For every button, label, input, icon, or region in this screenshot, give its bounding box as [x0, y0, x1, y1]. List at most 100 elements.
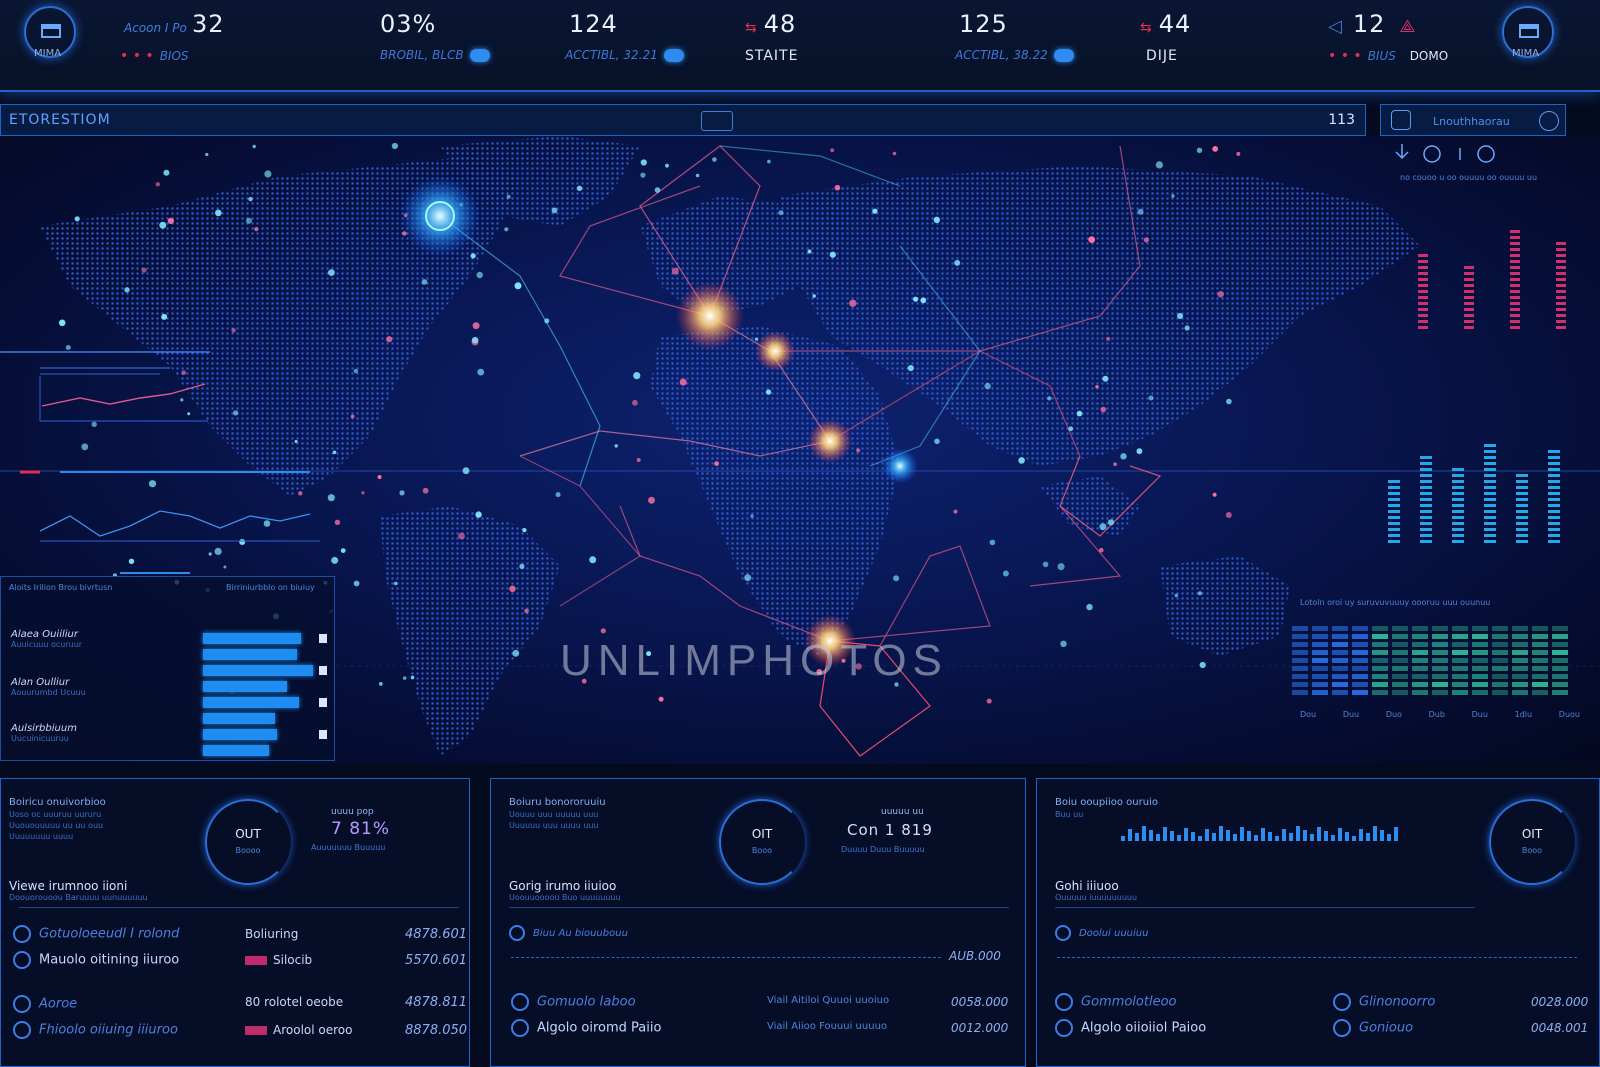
alert-icon: ⇆	[1140, 20, 1153, 36]
pink-bar-segment	[1510, 320, 1520, 323]
download-icon	[1395, 144, 1409, 160]
stat-48[interactable]: ⇆ 48 STAITE	[745, 10, 798, 64]
stat-44[interactable]: ⇆ 44 DIJE	[1140, 10, 1191, 64]
list-item[interactable]: Algolo oiioiiol Paioo	[1055, 1019, 1206, 1037]
strip-bar	[1373, 826, 1377, 841]
network-node	[1100, 406, 1107, 413]
list-item[interactable]: Algolo oiromd Paiio	[511, 1019, 661, 1037]
gauge[interactable]: OIT Booo	[1489, 799, 1575, 885]
equalizer-cell	[1452, 666, 1468, 671]
list-item[interactable]: Goniouo	[1333, 1019, 1413, 1037]
equalizer-cell	[1292, 650, 1308, 655]
list-item[interactable]: Gommolotleoo	[1055, 993, 1177, 1011]
network-node	[632, 399, 638, 406]
network-node	[421, 279, 428, 285]
equalizer-cell	[1432, 642, 1448, 647]
network-node	[524, 608, 529, 614]
strip-bar	[1261, 828, 1265, 841]
cyan-bar-segment	[1420, 492, 1432, 495]
network-node	[1196, 147, 1203, 153]
network-node	[640, 159, 647, 166]
stat-125[interactable]: 125 ACCTIBL, 38.22	[955, 10, 1074, 62]
cyan-bar-segment	[1516, 534, 1528, 537]
cyan-bar-segment	[1548, 498, 1560, 501]
equalizer-caption: Lotoln oroi uy suruvuvuuuy oooruu uuu ou…	[1300, 598, 1491, 607]
widget-row[interactable]: Alan Oulliur Aouurumbd Ucuuu	[11, 677, 86, 697]
cloud-icon	[1053, 49, 1074, 62]
network-node	[477, 368, 485, 376]
equalizer-cell	[1512, 682, 1528, 687]
equalizer-cell	[1552, 682, 1568, 687]
pink-bar-segment	[1556, 272, 1566, 275]
network-node	[576, 185, 583, 191]
hotspot-africa-north[interactable]	[808, 419, 852, 463]
network-node	[208, 552, 212, 556]
equalizer-cell	[1452, 658, 1468, 663]
widget-row[interactable]: Aulsirbbiuum Uucuinicuuruu	[11, 723, 77, 743]
refresh-icon[interactable]	[1539, 111, 1559, 131]
list-item[interactable]: Glinonoorro	[1333, 993, 1435, 1011]
network-node	[248, 196, 253, 202]
network-node	[1018, 457, 1025, 464]
equalizer-cell	[1552, 650, 1568, 655]
network-node	[544, 318, 550, 324]
cyan-bar-chart	[1388, 444, 1560, 543]
keyboard-icon[interactable]	[701, 111, 733, 131]
strip-bar	[1394, 827, 1398, 841]
gauge[interactable]: OUT Boooo	[205, 799, 291, 885]
stat-accounts[interactable]: Acoon I Po 32 • • • BIOS	[120, 10, 224, 64]
network-node	[472, 322, 480, 330]
network-node	[512, 649, 520, 657]
list-item[interactable]: Mauolo oitining iiuroo	[13, 951, 179, 969]
list-item[interactable]: Fhioolo oiiuing iiiuroo	[13, 1021, 178, 1039]
pink-bar-segment	[1418, 260, 1428, 263]
equalizer-cell	[1392, 666, 1408, 671]
stat-percent[interactable]: 03% BROBIL, BLCB	[380, 10, 490, 62]
hotspot-middle[interactable]	[755, 331, 795, 371]
list-item[interactable]: Aoroe	[13, 995, 77, 1013]
equalizer-cell	[1472, 650, 1488, 655]
equalizer-cell	[1552, 674, 1568, 679]
hotspot-asia[interactable]	[882, 448, 918, 484]
list-item[interactable]: Doolui uuuiuu	[1055, 925, 1148, 941]
list-item[interactable]: Biuu Au biouubouu	[509, 925, 628, 941]
cyan-bar-segment	[1420, 516, 1432, 519]
map-toolbar[interactable]	[1395, 144, 1495, 163]
cyan-bar-segment	[1420, 474, 1432, 477]
stat-12[interactable]: ◁ 12 ⟁ • • • BIUS DOMO	[1328, 10, 1448, 64]
network-node	[1212, 146, 1219, 152]
strip-bar	[1177, 835, 1181, 841]
widget-row[interactable]: Alaea Ouiiliur Auuicuuu ocuruur	[11, 629, 82, 649]
network-node	[551, 207, 558, 214]
pink-bar-segment	[1464, 266, 1474, 269]
strip-bar	[1205, 829, 1209, 841]
hotspot-europe[interactable]	[676, 282, 744, 350]
equalizer-cell	[1532, 634, 1548, 639]
list-item[interactable]: Gotuoloeeudl I rolond	[13, 925, 179, 943]
stat-124[interactable]: 124 ACCTIBL, 32.21	[565, 10, 684, 62]
equalizer-cell	[1472, 674, 1488, 679]
pink-bar-segment	[1556, 278, 1566, 281]
strip-bar	[1338, 828, 1342, 841]
widget-header-right: Birriniurbblo on biuiuy	[226, 583, 315, 592]
pink-bar-segment	[1510, 248, 1520, 251]
strip-bar	[1170, 831, 1174, 841]
equalizer-cell	[1492, 666, 1508, 671]
cyan-bar-segment	[1548, 492, 1560, 495]
network-node	[1099, 523, 1107, 531]
cyan-bar-segment	[1484, 528, 1496, 531]
equalizer-cell	[1392, 658, 1408, 663]
list-item[interactable]: Gomuolo Iaboo	[511, 993, 636, 1011]
network-node	[214, 547, 222, 555]
cyan-bar-segment	[1420, 522, 1432, 525]
network-node	[475, 511, 482, 518]
radio-icon	[13, 1021, 31, 1039]
cyan-bar-segment	[1452, 540, 1464, 543]
gauge[interactable]: OIT Booo	[719, 799, 805, 885]
equalizer-cell	[1552, 658, 1568, 663]
equalizer-cell	[1392, 650, 1408, 655]
shield-icon[interactable]	[1391, 110, 1411, 130]
left-badge-caption: MIMA	[34, 48, 62, 59]
hotspot-north-america[interactable]	[400, 176, 480, 256]
equalizer-cell	[1492, 674, 1508, 679]
